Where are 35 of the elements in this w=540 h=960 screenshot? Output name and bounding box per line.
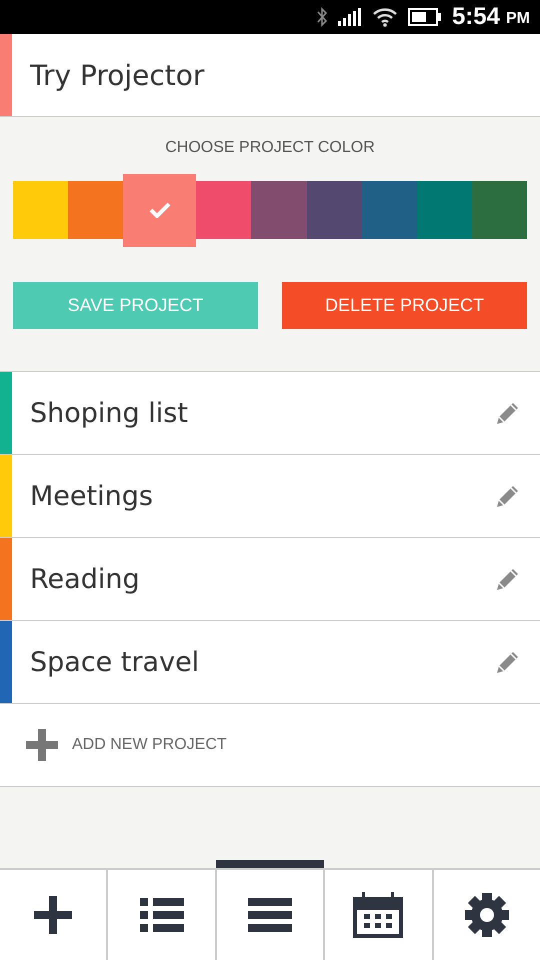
battery-icon (408, 8, 442, 26)
color-swatch[interactable] (306, 181, 362, 239)
color-swatch[interactable] (68, 181, 124, 239)
color-swatch[interactable] (416, 181, 472, 239)
delete-button[interactable]: DELETE PROJECT (282, 282, 527, 329)
settings-icon (462, 891, 511, 939)
signal-icon (338, 8, 362, 26)
project-row[interactable]: Space travel (0, 621, 540, 704)
clock-ampm: PM (506, 10, 530, 28)
color-swatch[interactable] (251, 181, 306, 239)
add-project-label: ADD NEW PROJECT (72, 736, 227, 754)
color-swatch[interactable] (123, 174, 196, 246)
wifi-icon (372, 7, 398, 27)
project-row[interactable]: Meetings (0, 455, 540, 538)
project-name: Reading (29, 564, 141, 594)
check-icon (148, 202, 171, 218)
project-name: Space travel (29, 646, 200, 678)
section-label: CHOOSE PROJECT COLOR (165, 139, 375, 157)
menu-icon (248, 897, 292, 933)
color-swatch[interactable] (13, 181, 68, 239)
project-row[interactable]: Reading (0, 538, 540, 621)
color-swatch[interactable] (472, 181, 527, 239)
bluetooth-icon (316, 7, 328, 27)
calendar-icon (353, 892, 404, 938)
list-icon (140, 896, 184, 934)
add-project-row[interactable]: ADD NEW PROJECT (0, 704, 540, 787)
plus-icon (24, 727, 60, 763)
clock-time: 5:54 (452, 3, 500, 31)
color-swatch[interactable] (196, 181, 252, 239)
color-swatch[interactable] (362, 181, 417, 239)
project-name: Shoping list (29, 398, 189, 428)
project-name-field[interactable]: Try Projector (12, 34, 540, 116)
add-icon (34, 896, 72, 934)
project-row[interactable]: Shoping list (0, 372, 540, 455)
project-name: Meetings (29, 480, 154, 512)
